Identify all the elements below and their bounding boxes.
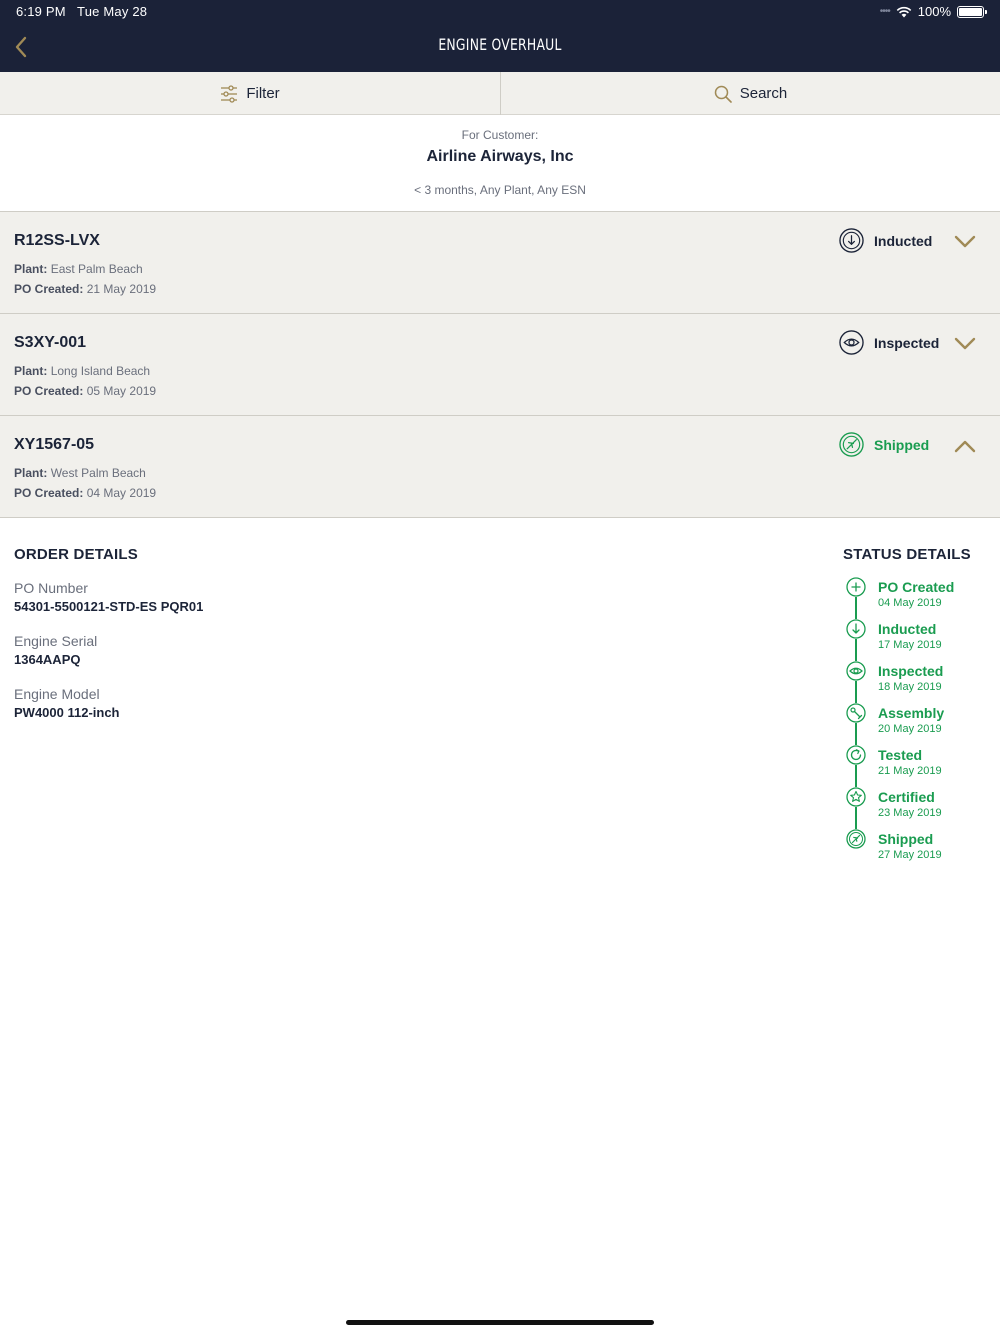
search-button[interactable]: Search [500, 72, 1000, 115]
page-title: ENGINE OVERHAUL [438, 35, 562, 54]
step-name: Inspected [878, 663, 944, 679]
timeline-step: Shipped 27 May 2019 [843, 829, 993, 869]
inducted-arrow-icon [846, 619, 866, 639]
chevron-up-icon[interactable] [952, 436, 978, 456]
timeline-step: Inspected 18 May 2019 [843, 661, 993, 701]
battery-icon [957, 5, 987, 18]
customer-header: For Customer: Airline Airways, Inc < 3 m… [0, 115, 1000, 212]
status-badge: Inspected [839, 330, 939, 355]
order-plant: Plant: Long Island Beach [14, 364, 151, 378]
po-number-label: PO Number [14, 580, 88, 596]
engine-serial-label: Engine Serial [14, 633, 98, 649]
back-button[interactable] [8, 32, 34, 62]
status-details-title: STATUS DETAILS [843, 546, 971, 563]
timeline-step: Inducted 17 May 2019 [843, 619, 993, 659]
order-id: R12SS-LVX [14, 232, 100, 249]
engine-model-label: Engine Model [14, 686, 100, 702]
order-row[interactable]: XY1567-05 Plant: West Palm Beach PO Crea… [0, 416, 1000, 518]
filter-button[interactable]: Filter [0, 72, 500, 115]
plus-icon [846, 577, 866, 597]
wifi-icon [896, 6, 912, 17]
step-date: 23 May 2019 [878, 807, 942, 819]
engine-serial-value: 1364AAPQ [14, 652, 81, 667]
star-icon [846, 787, 866, 807]
engine-model-value: PW4000 112-inch [14, 705, 120, 720]
timeline-step: Assembly 20 May 2019 [843, 703, 993, 743]
step-name: Certified [878, 789, 935, 805]
customer-name: Airline Airways, Inc [426, 148, 574, 165]
po-number-value: 54301-5500121-STD-ES PQR01 [14, 599, 204, 614]
step-date: 27 May 2019 [878, 849, 942, 861]
inducted-arrow-icon [839, 228, 864, 253]
step-name: Inducted [878, 621, 937, 637]
toolbar: Filter Search [0, 72, 1000, 115]
order-details-title: ORDER DETAILS [14, 546, 138, 563]
signal-icon: •••• [879, 6, 891, 17]
status-bar-right: •••• 100% [879, 4, 987, 19]
eye-icon [846, 661, 866, 681]
top-bar: 6:19 PM Tue May 28 •••• 100% ENGINE OVER… [0, 0, 1000, 72]
status-time: 6:19 PM [16, 4, 66, 19]
order-plant: Plant: West Palm Beach [14, 466, 146, 480]
status-label: Inspected [874, 334, 940, 351]
order-row[interactable]: R12SS-LVX Plant: East Palm Beach PO Crea… [0, 212, 1000, 314]
chevron-down-icon[interactable] [952, 232, 978, 252]
order-plant: Plant: East Palm Beach [14, 262, 143, 276]
status-badge: Shipped [839, 432, 929, 457]
chevron-down-icon[interactable] [952, 334, 978, 354]
order-row[interactable]: S3XY-001 Plant: Long Island Beach PO Cre… [0, 314, 1000, 416]
timeline-step: Certified 23 May 2019 [843, 787, 993, 827]
order-id: S3XY-001 [14, 334, 87, 351]
search-icon [714, 85, 732, 103]
filter-summary[interactable]: < 3 months, Any Plant, Any ESN [0, 183, 1000, 197]
order-po-created: PO Created: 04 May 2019 [14, 486, 157, 500]
order-id: XY1567-05 [14, 436, 95, 453]
battery-percent: 100% [917, 4, 951, 19]
step-name: Shipped [878, 831, 934, 847]
step-name: PO Created [878, 579, 955, 595]
status-badge: Inducted [839, 228, 932, 253]
home-indicator[interactable] [346, 1320, 654, 1325]
order-po-created: PO Created: 21 May 2019 [14, 282, 157, 296]
filter-label: Filter [246, 85, 280, 102]
customer-label: For Customer: [461, 128, 539, 142]
timeline-step: PO Created 04 May 2019 [843, 577, 993, 617]
sliders-icon [221, 84, 238, 103]
wrench-icon [846, 703, 866, 723]
step-date: 20 May 2019 [878, 723, 942, 735]
order-details-panel: ORDER DETAILS PO Number 54301-5500121-ST… [0, 517, 1000, 917]
eye-icon [839, 330, 864, 355]
chevron-left-icon [15, 36, 27, 58]
plane-icon [839, 432, 864, 457]
status-date: Tue May 28 [77, 4, 148, 19]
step-date: 21 May 2019 [878, 765, 942, 777]
status-label: Shipped [874, 436, 930, 453]
step-name: Assembly [878, 705, 945, 721]
step-name: Tested [878, 747, 923, 763]
refresh-icon [846, 745, 866, 765]
step-date: 18 May 2019 [878, 681, 942, 693]
search-label: Search [739, 85, 788, 102]
order-po-created: PO Created: 05 May 2019 [14, 384, 157, 398]
status-label: Inducted [874, 232, 933, 249]
status-bar-time: 6:19 PM Tue May 28 [16, 4, 147, 19]
timeline-step: Tested 21 May 2019 [843, 745, 993, 785]
step-date: 17 May 2019 [878, 639, 942, 651]
plane-icon [846, 829, 866, 849]
step-date: 04 May 2019 [878, 597, 942, 609]
